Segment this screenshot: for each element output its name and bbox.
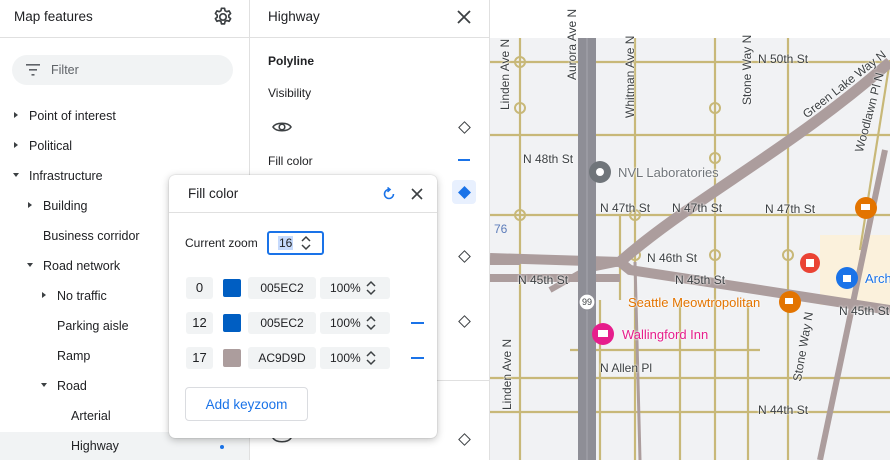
street-label: N 46th St [647, 251, 698, 265]
keyzoom-diamond[interactable] [458, 250, 471, 263]
stop-zoom-value[interactable]: 12 [186, 312, 213, 334]
filter-icon [26, 64, 40, 76]
tree-item-label: Business corridor [43, 229, 140, 243]
gear-icon[interactable] [212, 6, 234, 28]
street-label: Stone Way N [740, 34, 754, 105]
reset-icon[interactable] [382, 187, 396, 201]
remove-stop-dash[interactable] [411, 357, 424, 359]
polyline-section-title: Polyline [268, 54, 315, 68]
style-panel-title: Highway [268, 9, 320, 24]
zoom-stepper-icon[interactable] [301, 235, 311, 251]
fill-color-keyzoom-active[interactable] [452, 180, 476, 204]
current-zoom-input[interactable]: 16 [267, 231, 324, 255]
visibility-keyzoom-diamond[interactable] [458, 121, 471, 134]
tree-item-label: Road network [43, 259, 121, 273]
filter-placeholder: Filter [51, 63, 79, 77]
keyzoom-diamond[interactable] [458, 433, 471, 446]
fill-color-label: Fill color [268, 154, 313, 168]
modified-dot [220, 445, 224, 449]
street-label: N 47th St [765, 202, 816, 216]
map-features-header: Map features [0, 0, 249, 38]
visibility-label: Visibility [268, 86, 312, 100]
opacity-stepper-icon[interactable] [366, 280, 376, 296]
street-label: N 44th St [758, 403, 809, 417]
caret-down-icon[interactable] [26, 261, 34, 269]
tree-item-label: Highway [71, 439, 119, 453]
place-label[interactable]: Arch [865, 271, 890, 286]
color-swatch[interactable] [223, 349, 241, 367]
tree-item-label: Point of interest [29, 109, 116, 123]
tree-item-label: Political [29, 139, 73, 153]
tree-item-label: No traffic [57, 289, 107, 303]
opacity-value: 100% [330, 351, 361, 365]
close-icon[interactable] [456, 9, 472, 25]
opacity-input[interactable]: 100% [320, 312, 390, 334]
street-label: N 48th St [523, 152, 574, 166]
tree-item-label: Road [57, 379, 87, 393]
popup-divider [169, 212, 437, 213]
map-features-title: Map features [14, 9, 93, 24]
street-label: N 47th St [600, 201, 651, 215]
opacity-input[interactable]: 100% [320, 347, 390, 369]
color-swatch[interactable] [223, 314, 241, 332]
caret-right-icon[interactable] [12, 141, 20, 149]
tree-item-label: Building [43, 199, 88, 213]
tree-item[interactable]: Political [0, 132, 249, 160]
opacity-value: 100% [330, 316, 361, 330]
filter-input[interactable]: Filter [12, 55, 233, 85]
close-icon[interactable] [411, 188, 423, 200]
active-diamond-icon [458, 186, 471, 199]
stop-zoom-value[interactable]: 0 [186, 277, 213, 299]
place-label[interactable]: Seattle Meowtropolitan [628, 295, 760, 310]
tree-item-label: Ramp [57, 349, 91, 363]
route-shield-label: 99 [582, 297, 593, 307]
map-preview[interactable]: N 50th St N 48th St N 47th St N 47th St N 47… [490, 0, 890, 460]
stop-zoom-value[interactable]: 17 [186, 347, 213, 369]
caret-down-icon[interactable] [12, 171, 20, 179]
street-label: N Allen Pl [600, 361, 653, 375]
fill-color-dash[interactable] [458, 159, 470, 161]
add-keyzoom-button[interactable]: Add keyzoom [185, 387, 308, 421]
color-swatch[interactable] [223, 279, 241, 297]
street-label: Linden Ave N [498, 38, 512, 110]
remove-stop-dash[interactable] [411, 322, 424, 324]
hex-input[interactable]: AC9D9D [248, 347, 316, 369]
opacity-stepper-icon[interactable] [366, 315, 376, 331]
fill-color-popup: Fill color Current zoom 16 0 005EC2 100% 12… [169, 175, 437, 438]
opacity-input[interactable]: 100% [320, 277, 390, 299]
caret-down-icon[interactable] [40, 381, 48, 389]
tree-item-label: Infrastructure [29, 169, 103, 183]
street-label: N 45th St [839, 304, 890, 318]
street-label: Linden Ave N [500, 338, 514, 410]
keyzoom-diamond[interactable] [458, 315, 471, 328]
hex-input[interactable]: 005EC2 [248, 312, 316, 334]
tree-item-label: Parking aisle [57, 319, 129, 333]
opacity-stepper-icon[interactable] [366, 350, 376, 366]
caret-right-icon[interactable] [40, 291, 48, 299]
street-label: Whitman Ave N [623, 35, 637, 118]
current-zoom-label: Current zoom [185, 236, 258, 250]
tree-item[interactable]: Point of interest [0, 102, 249, 130]
opacity-value: 100% [330, 281, 361, 295]
street-label: Aurora Ave N [565, 8, 579, 80]
eye-icon[interactable] [272, 120, 292, 134]
current-zoom-value: 16 [278, 236, 294, 250]
popup-title: Fill color [188, 186, 239, 201]
street-label: N 45th St [518, 273, 569, 287]
street-label: N 47th St [672, 201, 723, 215]
caret-right-icon[interactable] [26, 201, 34, 209]
place-label[interactable]: NVL Laboratories [618, 165, 719, 180]
street-label: N 50th St [758, 52, 809, 66]
edge-number-label: 76 [494, 222, 508, 236]
tree-item-label: Arterial [71, 409, 111, 423]
caret-right-icon[interactable] [12, 111, 20, 119]
map-canvas[interactable] [490, 0, 890, 460]
style-panel-header: Highway [250, 0, 489, 38]
place-label[interactable]: Wallingford Inn [622, 327, 708, 342]
street-label: N 45th St [675, 273, 726, 287]
hex-input[interactable]: 005EC2 [248, 277, 316, 299]
